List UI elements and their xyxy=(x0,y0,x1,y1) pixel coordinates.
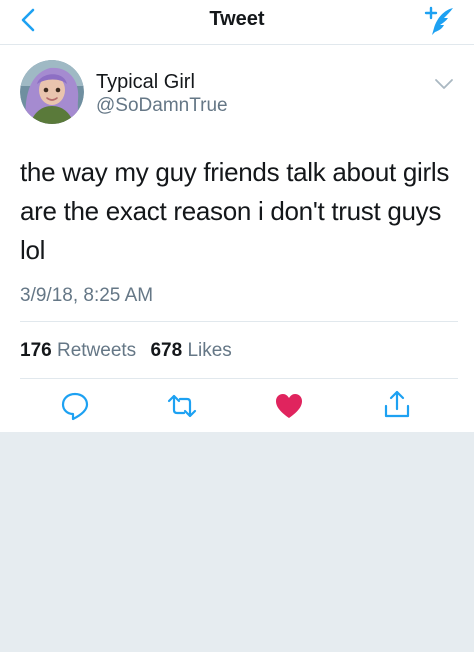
tweet-detail-card: Tweet Typical Girl @SoDamnTrue the way m… xyxy=(0,0,474,432)
tweet-timestamp: 3/9/18, 8:25 AM xyxy=(20,285,154,306)
empty-background xyxy=(0,432,474,652)
reply-icon[interactable] xyxy=(59,390,91,422)
share-icon[interactable] xyxy=(381,388,413,420)
navigation-bar: Tweet xyxy=(0,0,474,45)
chevron-down-icon[interactable] xyxy=(432,74,456,94)
compose-tweet-icon[interactable] xyxy=(422,4,456,38)
divider xyxy=(20,378,458,379)
retweets-count: 176 xyxy=(20,340,52,361)
retweet-icon[interactable] xyxy=(166,390,198,422)
tweet-actions xyxy=(0,388,474,424)
author-display-name[interactable]: Typical Girl xyxy=(96,71,195,94)
retweets-stat[interactable]: 176 Retweets xyxy=(20,340,136,361)
likes-stat[interactable]: 678 Likes xyxy=(150,340,231,361)
likes-count: 678 xyxy=(150,340,183,361)
page-title: Tweet xyxy=(209,8,265,30)
likes-label: Likes xyxy=(187,340,232,361)
divider xyxy=(20,321,458,322)
author-handle[interactable]: @SoDamnTrue xyxy=(96,95,228,117)
retweets-label: Retweets xyxy=(56,340,137,361)
tweet-stats: 176 Retweets 678 Likes xyxy=(20,340,241,362)
avatar[interactable] xyxy=(20,60,84,124)
like-icon[interactable] xyxy=(273,390,305,422)
tweet-text: the way my guy friends talk about girls … xyxy=(20,157,450,265)
